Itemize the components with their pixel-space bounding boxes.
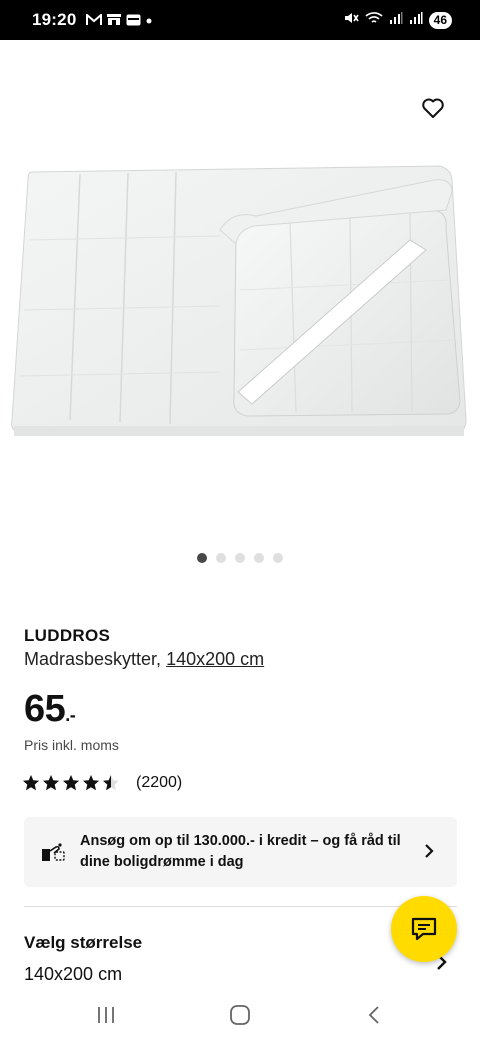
chevron-right-icon [425,844,434,858]
product-type: Madrasbeskytter, [24,649,162,669]
size-link[interactable]: 140x200 cm [166,649,264,669]
product-price: 65.- [24,688,76,731]
product-description: Madrasbeskytter, 140x200 cm [24,649,264,670]
carousel-dot[interactable] [254,553,264,563]
home-button[interactable] [220,1000,260,1030]
divider [24,906,457,907]
carousel-dots[interactable] [0,553,480,563]
status-bar: 19:20 46 [0,0,480,40]
vat-note: Pris inkl. moms [24,737,119,753]
size-heading: Vælg størrelse [24,933,143,952]
rating[interactable]: (2200) [22,774,182,792]
star-full-icon [63,775,79,791]
wallet-icon [126,14,141,29]
favorite-button[interactable] [418,93,448,123]
notification-icons [86,12,153,29]
review-count: (2200) [136,774,183,791]
recents-button[interactable] [86,1000,126,1030]
mattress-protector-image [11,165,467,436]
system-nav-bar [0,990,480,1040]
price-value: 65 [24,688,66,730]
battery-indicator: 46 [428,12,452,29]
star-full-icon [43,775,59,791]
recents-icon [98,1007,114,1023]
carousel-dot[interactable] [216,553,226,563]
dot-icon [145,14,153,28]
home-icon [230,1005,250,1025]
credit-icon [42,843,65,861]
heart-outline-icon [422,98,444,118]
gmail-icon [86,12,102,29]
mute-icon [343,11,359,30]
signal-icon [409,11,423,30]
carousel-dot[interactable] [235,553,245,563]
star-full-icon [23,775,39,791]
wifi-icon [365,11,383,30]
rating-stars [22,774,120,792]
back-button[interactable] [354,1000,394,1030]
chat-icon [411,917,437,941]
size-value[interactable]: 140x200 cm [24,964,122,985]
credit-text: Ansøg om op til 130.000.- i kredit – og … [80,833,401,870]
carousel-dot[interactable] [197,553,207,563]
back-icon [368,1006,379,1024]
carousel-dot[interactable] [273,553,283,563]
star-full-icon [83,775,99,791]
star-half-icon [103,775,119,791]
chat-button[interactable] [391,896,457,962]
price-suffix: .- [65,705,76,725]
product-image[interactable] [0,40,480,540]
status-time: 19:20 [32,10,77,29]
store-icon [106,13,122,29]
signal-icon [389,11,403,30]
credit-banner[interactable]: Ansøg om op til 130.000.- i kredit – og … [24,817,457,887]
product-brand: LUDDROS [24,626,111,645]
status-right: 46 [343,11,452,30]
